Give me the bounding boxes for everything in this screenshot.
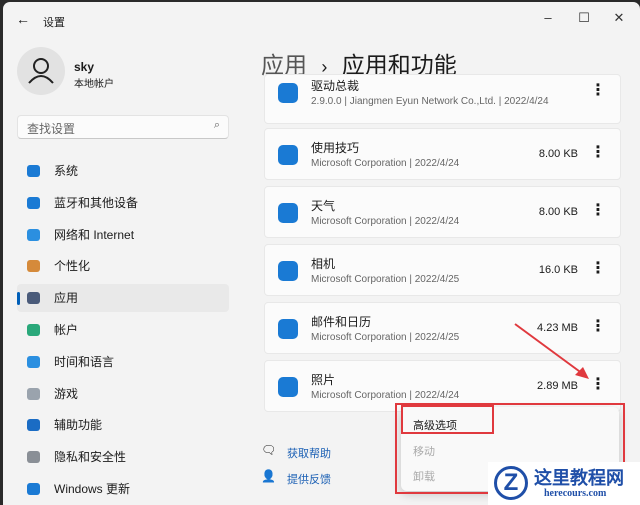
app-name: 使用技巧: [311, 141, 360, 155]
app-size: 8.00 KB: [538, 148, 578, 160]
sidebar-item[interactable]: 网络和 Internet: [17, 221, 229, 249]
settings-window: ← 设置 – ☐ ✕ sky 本地帐户 查找设置 ⌕ 系统蓝牙和其他设备 网络和 …: [3, 2, 640, 505]
app-icon: [278, 261, 298, 281]
app-icon: [278, 83, 298, 103]
sidebar-item[interactable]: 隐私和安全性: [17, 443, 229, 471]
app-list-item: 天气 Microsoft Corporation | 2022/4/24 8.0…: [264, 186, 621, 238]
nav-icon: [27, 387, 40, 400]
app-meta: 2.9.0.0 | Jiangmen Eyun Network Co.,Ltd.…: [311, 96, 549, 107]
nav-icon: [27, 419, 40, 432]
selected-indicator: [17, 292, 20, 306]
nav-icon: [27, 196, 40, 209]
app-name: 驱动总裁: [311, 79, 360, 93]
get-help-link[interactable]: 获取帮助: [287, 445, 331, 461]
app-icon: [278, 377, 298, 397]
app-list-item: 驱动总裁 2.9.0.0 | Jiangmen Eyun Network Co.…: [264, 74, 621, 124]
app-name: 邮件和日历: [311, 315, 372, 329]
sidebar-item-label: 蓝牙和其他设备: [54, 195, 139, 210]
nav-icon: [27, 165, 40, 177]
app-name: 天气: [311, 199, 336, 213]
window-title: 设置: [43, 17, 65, 29]
more-options-icon[interactable]: ⋮: [590, 259, 606, 279]
more-options-icon[interactable]: ⋮: [590, 81, 606, 101]
sidebar-item[interactable]: 辅助功能: [17, 411, 229, 439]
close-button[interactable]: ✕: [607, 8, 631, 28]
nav-icon: [27, 228, 40, 241]
sidebar-item-label: 隐私和安全性: [54, 450, 127, 465]
sidebar-item[interactable]: 应用: [17, 284, 229, 313]
arrow-annotation-icon: [514, 323, 589, 379]
app-icon: [278, 145, 298, 165]
nav-icon: [27, 292, 40, 305]
sidebar-item-label: 帐户: [54, 323, 79, 337]
sidebar-item-label: Windows 更新: [54, 482, 131, 496]
sidebar-item-label: 个性化: [54, 259, 91, 274]
nav-icon: [27, 483, 40, 495]
app-icon: [278, 203, 298, 223]
sidebar-item[interactable]: 帐户: [17, 316, 229, 344]
avatar[interactable]: [17, 47, 65, 95]
sidebar-item-label: 应用: [54, 291, 79, 306]
app-meta: Microsoft Corporation | 2022/4/25: [311, 332, 460, 343]
nav-icon: [27, 451, 40, 464]
app-list-item: 使用技巧 Microsoft Corporation | 2022/4/24 8…: [264, 128, 621, 180]
back-button[interactable]: ←: [16, 11, 30, 27]
more-options-icon[interactable]: ⋮: [590, 201, 606, 221]
sidebar-item-label: 时间和语言: [54, 354, 115, 369]
help-icon: 🗨: [261, 443, 277, 457]
more-options-icon[interactable]: ⋮: [590, 143, 606, 163]
sidebar-item-label: 游戏: [54, 386, 79, 401]
sidebar-item[interactable]: 游戏: [17, 380, 229, 408]
app-list-item: 相机 Microsoft Corporation | 2022/4/25 16.…: [264, 244, 621, 296]
app-meta: Microsoft Corporation | 2022/4/25: [311, 274, 460, 285]
app-size: 8.00 KB: [538, 206, 578, 218]
sidebar-item[interactable]: 蓝牙和其他设备: [17, 189, 229, 217]
feedback-link[interactable]: 提供反馈: [287, 471, 331, 487]
search-placeholder: 查找设置: [27, 122, 76, 136]
account-type: 本地帐户: [74, 79, 114, 90]
sidebar-item[interactable]: Windows 更新: [17, 475, 229, 503]
app-size: 16.0 KB: [538, 264, 578, 276]
feedback-icon: 👤: [261, 469, 276, 483]
app-meta: Microsoft Corporation | 2022/4/24: [311, 158, 460, 169]
sidebar-item-label: 系统: [54, 164, 79, 178]
app-meta: Microsoft Corporation | 2022/4/24: [311, 390, 460, 401]
sidebar-item[interactable]: 时间和语言: [17, 348, 229, 376]
nav-icon: [27, 324, 40, 336]
app-icon: [278, 319, 298, 339]
sidebar-item[interactable]: 系统: [17, 157, 229, 185]
app-name: 相机: [311, 257, 336, 271]
watermark-logo: Z 这里教程网 herecours.com: [488, 462, 640, 505]
maximize-button[interactable]: ☐: [572, 8, 596, 28]
minimize-button[interactable]: –: [536, 8, 560, 28]
sidebar-item-label: 辅助功能: [54, 418, 103, 433]
user-icon: [28, 58, 54, 84]
sidebar-item-label: 网络和 Internet: [54, 227, 135, 242]
nav-icon: [27, 260, 40, 273]
user-name: sky: [74, 60, 95, 74]
search-input[interactable]: 查找设置 ⌕: [17, 115, 229, 139]
search-icon: ⌕: [213, 119, 220, 131]
sidebar-item[interactable]: 个性化: [17, 252, 229, 280]
app-name: 照片: [311, 373, 336, 387]
highlight-advanced: [401, 405, 494, 434]
app-meta: Microsoft Corporation | 2022/4/24: [311, 216, 460, 227]
nav-icon: [27, 355, 40, 368]
